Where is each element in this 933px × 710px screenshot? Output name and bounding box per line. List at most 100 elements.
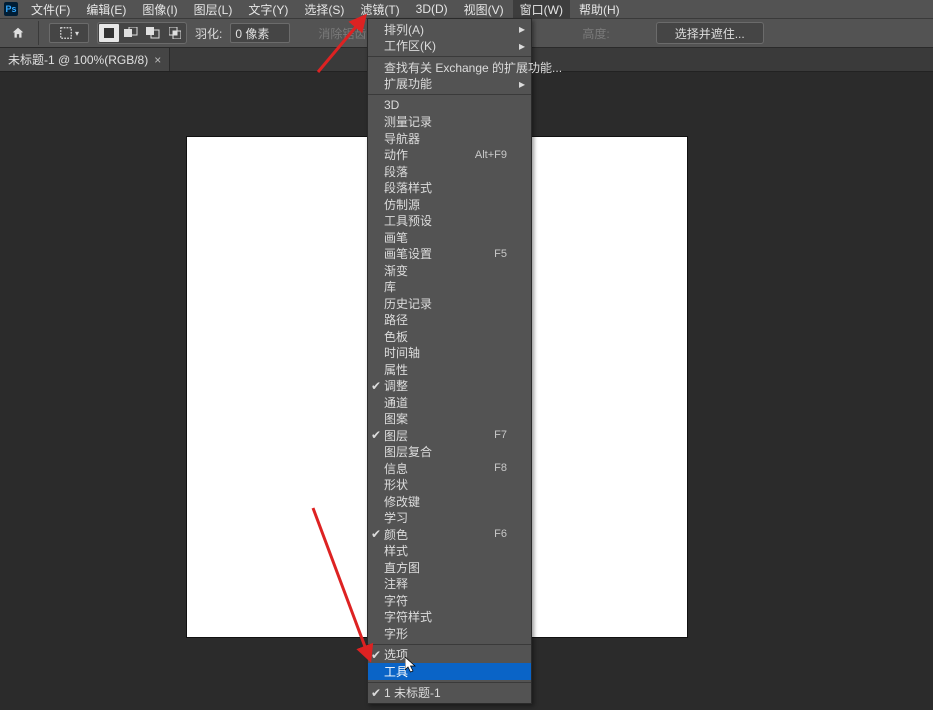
menu-item-3[interactable]: 图层(L) xyxy=(187,0,240,18)
menu-separator xyxy=(368,682,531,683)
menubar: Ps 文件(F)编辑(E)图像(I)图层(L)文字(Y)选择(S)滤镜(T)3D… xyxy=(0,0,933,18)
menu-item[interactable]: 路径 xyxy=(368,312,531,329)
menu-item-label: 形状 xyxy=(384,476,507,493)
menu-item-8[interactable]: 视图(V) xyxy=(457,0,511,18)
add-selection-button[interactable] xyxy=(121,24,141,42)
menu-item[interactable]: 信息F8 xyxy=(368,460,531,477)
caret-down-icon: ▾ xyxy=(75,29,79,38)
separator xyxy=(38,21,39,45)
menu-item[interactable]: 字形 xyxy=(368,625,531,642)
window-menu-dropdown: 排列(A)▸工作区(K)▸查找有关 Exchange 的扩展功能...扩展功能▸… xyxy=(367,18,532,704)
menu-item[interactable]: 注释 xyxy=(368,576,531,593)
menu-item[interactable]: 工作区(K)▸ xyxy=(368,38,531,55)
menu-item-0[interactable]: 文件(F) xyxy=(24,0,77,18)
submenu-arrow-icon: ▸ xyxy=(519,39,525,53)
menu-shortcut: F7 xyxy=(494,429,507,441)
menu-item-label: 路径 xyxy=(384,311,507,328)
check-icon: ✔ xyxy=(370,686,382,700)
menu-item-label: 画笔 xyxy=(384,229,507,246)
menu-item[interactable]: ✔颜色F6 xyxy=(368,526,531,543)
document-tab-title: 未标题-1 @ 100%(RGB/8) xyxy=(8,51,148,68)
menu-item-7[interactable]: 3D(D) xyxy=(409,0,455,18)
menu-item[interactable]: 画笔设置F5 xyxy=(368,246,531,263)
menu-item-label: 段落样式 xyxy=(384,179,507,196)
menu-item-1[interactable]: 编辑(E) xyxy=(79,0,133,18)
menu-separator xyxy=(368,56,531,57)
menu-item[interactable]: 工具 xyxy=(368,663,531,680)
menu-item-label: 排列(A) xyxy=(384,21,507,38)
menu-item[interactable]: 字符 xyxy=(368,592,531,609)
menu-item[interactable]: 形状 xyxy=(368,477,531,494)
intersect-selection-button[interactable] xyxy=(165,24,185,42)
check-icon: ✔ xyxy=(370,527,382,541)
menu-item-label: 选项 xyxy=(384,646,507,663)
menu-item-label: 查找有关 Exchange 的扩展功能... xyxy=(384,59,562,76)
menu-item[interactable]: 扩展功能▸ xyxy=(368,76,531,93)
menu-item[interactable]: 动作Alt+F9 xyxy=(368,147,531,164)
menu-item-label: 字符 xyxy=(384,592,507,609)
document-tab[interactable]: 未标题-1 @ 100%(RGB/8) × xyxy=(0,48,170,71)
height-label: 高度: xyxy=(582,25,609,42)
menu-item-5[interactable]: 选择(S) xyxy=(297,0,351,18)
menu-item-label: 图案 xyxy=(384,410,507,427)
menu-item-label: 仿制源 xyxy=(384,196,507,213)
menu-item[interactable]: 段落样式 xyxy=(368,180,531,197)
menu-item[interactable]: 属性 xyxy=(368,361,531,378)
menu-item[interactable]: 学习 xyxy=(368,510,531,527)
new-selection-button[interactable] xyxy=(99,24,119,42)
menu-item-label: 1 未标题-1 xyxy=(384,684,507,701)
menu-item-label: 直方图 xyxy=(384,559,507,576)
menu-shortcut: F5 xyxy=(494,248,507,260)
menu-item[interactable]: 色板 xyxy=(368,328,531,345)
menu-item[interactable]: 时间轴 xyxy=(368,345,531,362)
menu-item[interactable]: 排列(A) ▸ xyxy=(368,21,531,38)
feather-label: 羽化: xyxy=(195,25,222,42)
menu-item[interactable]: ✔调整 xyxy=(368,378,531,395)
menu-item[interactable]: 历史记录 xyxy=(368,295,531,312)
menu-item[interactable]: 查找有关 Exchange 的扩展功能... xyxy=(368,59,531,76)
menu-item-10[interactable]: 帮助(H) xyxy=(572,0,627,18)
menu-item[interactable]: 样式 xyxy=(368,543,531,560)
menu-item[interactable]: 段落 xyxy=(368,163,531,180)
marquee-icon xyxy=(59,26,73,40)
add-sel-icon xyxy=(124,27,138,39)
menu-item-4[interactable]: 文字(Y) xyxy=(241,0,295,18)
selection-mode-group xyxy=(97,22,187,44)
menu-item-6[interactable]: 滤镜(T) xyxy=(353,0,406,18)
check-icon: ✔ xyxy=(370,428,382,442)
menu-item[interactable]: 图案 xyxy=(368,411,531,428)
menu-item[interactable]: 修改键 xyxy=(368,493,531,510)
select-and-mask-button[interactable]: 选择并遮住... xyxy=(656,22,764,44)
menu-item[interactable]: 图层复合 xyxy=(368,444,531,461)
menu-item-9[interactable]: 窗口(W) xyxy=(513,0,570,18)
menu-item[interactable]: ✔选项 xyxy=(368,647,531,664)
menu-shortcut: F6 xyxy=(494,528,507,540)
menu-item-label: 工具预设 xyxy=(384,212,507,229)
tool-marquee-preset[interactable]: ▾ xyxy=(49,23,89,43)
menu-item[interactable]: ✔图层F7 xyxy=(368,427,531,444)
menu-shortcut: F8 xyxy=(494,462,507,474)
check-icon: ✔ xyxy=(370,379,382,393)
close-icon[interactable]: × xyxy=(154,53,161,67)
menu-item-label: 属性 xyxy=(384,361,507,378)
menu-item[interactable]: 3D xyxy=(368,97,531,114)
menu-item[interactable]: 工具预设 xyxy=(368,213,531,230)
menu-item-label: 库 xyxy=(384,278,507,295)
submenu-arrow-icon: ▸ xyxy=(519,22,525,36)
menu-item-label: 段落 xyxy=(384,163,507,180)
menu-item[interactable]: 库 xyxy=(368,279,531,296)
menu-item[interactable]: 渐变 xyxy=(368,262,531,279)
menu-item[interactable]: 导航器 xyxy=(368,130,531,147)
menu-item[interactable]: 画笔 xyxy=(368,229,531,246)
menu-item-label: 调整 xyxy=(384,377,507,394)
menu-item[interactable]: 字符样式 xyxy=(368,609,531,626)
menu-item[interactable]: 通道 xyxy=(368,394,531,411)
feather-input[interactable] xyxy=(230,23,290,43)
menu-item[interactable]: 仿制源 xyxy=(368,196,531,213)
menu-item[interactable]: ✔1 未标题-1 xyxy=(368,685,531,702)
home-button[interactable] xyxy=(8,23,28,43)
subtract-selection-button[interactable] xyxy=(143,24,163,42)
menu-item-2[interactable]: 图像(I) xyxy=(135,0,184,18)
menu-item[interactable]: 直方图 xyxy=(368,559,531,576)
menu-item[interactable]: 测量记录 xyxy=(368,114,531,131)
